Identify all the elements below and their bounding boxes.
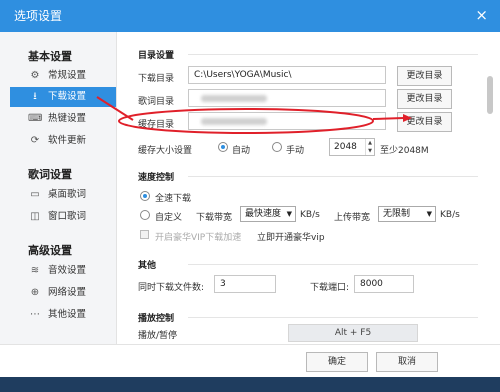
- play-pause-label: 播放/暂停: [138, 331, 178, 341]
- download-dir-change-button[interactable]: 更改目录: [397, 66, 452, 86]
- arrow-up-icon[interactable]: ▲: [365, 139, 374, 147]
- group-speed: 速度控制: [138, 170, 478, 183]
- group-other: 其他: [138, 258, 478, 271]
- lyrics-dir-change-button[interactable]: 更改目录: [397, 89, 452, 109]
- window-title: 选项设置: [14, 9, 63, 23]
- cache-auto-radio[interactable]: [218, 142, 228, 152]
- download-bandwidth-value: 最快速度: [245, 209, 282, 219]
- download-kbs-unit: KB/s: [300, 210, 320, 220]
- download-dir-input[interactable]: C:\Users\YOGA\Music\: [188, 66, 386, 84]
- sidebar-item-desktop-lyrics[interactable]: ▭ 桌面歌词: [10, 185, 116, 205]
- upload-bandwidth-select[interactable]: 无限制 ▼: [378, 206, 436, 222]
- cache-size-stepper[interactable]: 2048 ▲ ▼: [329, 138, 375, 156]
- section-basic-title: 基本设置: [28, 50, 72, 63]
- lyrics-dir-input[interactable]: [188, 89, 386, 107]
- group-dirs: 目录设置: [138, 48, 478, 61]
- ok-button[interactable]: 确定: [306, 352, 368, 372]
- sidebar-item-label: 软件更新: [48, 135, 87, 146]
- sidebar-item-hotkey[interactable]: ⌨ 热键设置: [10, 109, 116, 129]
- cache-size-hint: 至少2048M: [380, 146, 429, 156]
- taskbar: [0, 377, 500, 392]
- globe-icon: ⊕: [30, 287, 40, 298]
- gear-icon: ⚙: [30, 70, 40, 81]
- keyboard-icon: ⌨: [28, 113, 43, 124]
- chevron-down-icon: ▼: [426, 210, 432, 218]
- sidebar-item-network[interactable]: ⊕ 网络设置: [10, 283, 116, 303]
- divider: [188, 54, 478, 55]
- vip-accelerate-checkbox[interactable]: [140, 230, 149, 239]
- sidebar-item-other[interactable]: ⋯ 其他设置: [10, 305, 116, 325]
- sidebar-item-label: 常规设置: [48, 70, 87, 81]
- redacted-path: [201, 95, 267, 102]
- desktop-icon: ▭: [30, 189, 40, 200]
- cache-manual-radio[interactable]: [272, 142, 282, 152]
- download-bandwidth-label: 下载带宽: [196, 213, 233, 223]
- section-advanced-title: 高级设置: [28, 244, 72, 257]
- arrow-down-icon[interactable]: ▼: [365, 147, 374, 155]
- upload-bandwidth-value: 无限制: [383, 209, 411, 219]
- vip-open-link[interactable]: 立即开通豪华vip: [257, 230, 325, 243]
- sidebar-item-window-lyrics[interactable]: ◫ 窗口歌词: [10, 207, 116, 227]
- download-icon: ⭳: [33, 91, 37, 102]
- equalizer-icon: ≋: [30, 265, 40, 276]
- cache-manual-label: 手动: [286, 146, 305, 156]
- group-title: 速度控制: [138, 173, 175, 183]
- sidebar-item-general[interactable]: ⚙ 常规设置: [10, 66, 116, 86]
- refresh-icon: ⟳: [30, 135, 40, 146]
- download-port-input[interactable]: 8000: [354, 275, 414, 293]
- sidebar-item-label: 音效设置: [48, 265, 87, 276]
- chevron-down-icon: ▼: [286, 210, 292, 218]
- concurrent-downloads-label: 同时下载文件数:: [138, 283, 205, 293]
- settings-content: 目录设置 下载目录 C:\Users\YOGA\Music\ 更改目录 歌词目录…: [122, 32, 490, 377]
- redacted-path: [201, 118, 267, 125]
- settings-window: 基本设置 ⚙ 常规设置 ⭳ 下载设置 ⌨ 热键设置 ⟳ 软件更新 歌词设置 ▭ 桌面歌词 …: [0, 32, 500, 378]
- download-bandwidth-select[interactable]: 最快速度 ▼: [240, 206, 296, 222]
- download-port-label: 下载端口:: [310, 283, 350, 293]
- group-playback: 播放控制: [138, 311, 478, 324]
- dialog-footer: 确定 取消: [0, 344, 500, 378]
- cache-size-value: 2048: [334, 142, 357, 152]
- group-title: 其他: [138, 261, 157, 271]
- full-speed-radio[interactable]: [140, 191, 150, 201]
- cache-dir-label: 缓存目录: [138, 120, 175, 130]
- title-bar: 选项设置 ×: [0, 0, 500, 32]
- lyrics-dir-label: 歌词目录: [138, 97, 175, 107]
- cache-dir-input[interactable]: [188, 112, 386, 130]
- upload-kbs-unit: KB/s: [440, 210, 460, 220]
- sidebar-item-label: 热键设置: [48, 113, 87, 124]
- sidebar-item-label: 其他设置: [48, 309, 87, 320]
- divider: [188, 264, 478, 265]
- divider: [188, 176, 478, 177]
- group-title: 目录设置: [138, 51, 175, 61]
- close-icon[interactable]: ×: [475, 6, 488, 24]
- custom-speed-radio[interactable]: [140, 210, 150, 220]
- sidebar-item-update[interactable]: ⟳ 软件更新: [10, 131, 116, 151]
- vip-accelerate-label: 开启豪华VIP下载加速: [155, 233, 242, 243]
- cache-auto-label: 自动: [232, 146, 251, 156]
- concurrent-downloads-input[interactable]: 3: [214, 275, 276, 293]
- sidebar-item-download[interactable]: ⭳ 下载设置: [10, 87, 116, 107]
- download-dir-label: 下载目录: [138, 74, 175, 84]
- cache-dir-change-button[interactable]: 更改目录: [397, 112, 452, 132]
- sidebar: 基本设置 ⚙ 常规设置 ⭳ 下载设置 ⌨ 热键设置 ⟳ 软件更新 歌词设置 ▭ 桌面歌词 …: [0, 32, 117, 377]
- scrollbar[interactable]: [487, 76, 493, 114]
- more-icon: ⋯: [30, 309, 40, 320]
- upload-bandwidth-label: 上传带宽: [334, 213, 371, 223]
- section-lyrics-title: 歌词设置: [28, 168, 72, 181]
- group-title: 播放控制: [138, 314, 175, 324]
- sidebar-item-label: 窗口歌词: [48, 211, 87, 222]
- sidebar-item-label: 网络设置: [48, 287, 87, 298]
- cache-size-label: 缓存大小设置: [138, 146, 193, 156]
- divider: [188, 317, 478, 318]
- custom-speed-label: 自定义: [155, 213, 183, 223]
- sidebar-item-label: 桌面歌词: [48, 189, 87, 200]
- sidebar-item-label: 下载设置: [48, 91, 87, 102]
- cancel-button[interactable]: 取消: [376, 352, 438, 372]
- play-pause-hotkey-field[interactable]: Alt + F5: [288, 324, 418, 342]
- full-speed-label: 全速下载: [155, 194, 192, 204]
- window-icon: ◫: [30, 211, 40, 222]
- sidebar-item-sound[interactable]: ≋ 音效设置: [10, 261, 116, 281]
